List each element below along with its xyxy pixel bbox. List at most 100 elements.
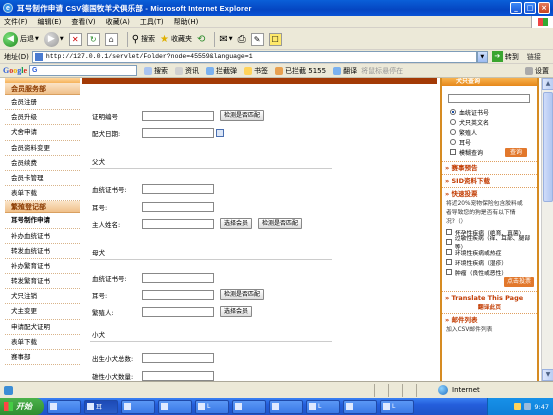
sire-ear-input[interactable] — [142, 201, 214, 212]
scroll-thumb[interactable] — [543, 92, 553, 202]
google-search-button[interactable]: 搜索 — [144, 66, 168, 76]
taskbar-button-active[interactable]: 耳 — [84, 399, 118, 414]
date-input[interactable] — [142, 127, 214, 138]
breeder-input[interactable] — [142, 306, 214, 317]
sidebar-item[interactable]: 会员资料变更 — [5, 141, 80, 156]
sidebar-item[interactable]: 表单下载 — [5, 186, 80, 202]
sidebar-item[interactable]: 表单下载 — [5, 335, 80, 350]
check-match-button[interactable]: 检测是否匹配 — [258, 218, 303, 229]
taskbar-button[interactable] — [343, 399, 377, 414]
sidebar-item[interactable]: 转发血统证书 — [5, 244, 80, 259]
sire-cert-input[interactable] — [142, 183, 214, 194]
go-button[interactable]: ➔ 转到 — [491, 51, 519, 62]
sidebar-item[interactable]: 犬只注销 — [5, 289, 80, 305]
chevron-down-icon[interactable]: ▼ — [35, 36, 39, 42]
google-settings[interactable]: 设置 — [525, 66, 549, 76]
sidebar-item[interactable]: 赛事部 — [5, 350, 80, 366]
links-button[interactable]: 链接 — [527, 52, 541, 62]
dog-search-input[interactable] — [448, 94, 530, 103]
history-icon[interactable]: ⟲ — [197, 34, 205, 45]
sidebar-item[interactable]: 犬主变更 — [5, 304, 80, 320]
tray-icon[interactable] — [514, 403, 522, 410]
chevron-down-icon[interactable]: ▼ — [229, 36, 233, 42]
menu-edit[interactable]: 编辑(E) — [38, 17, 62, 27]
home-icon[interactable]: ⌂ — [104, 32, 118, 46]
taskbar-button[interactable] — [158, 399, 192, 414]
competition-link[interactable]: » 赛事预告 — [442, 161, 537, 174]
radio-english-name[interactable]: 犬只英文名 — [442, 117, 537, 127]
dam-ear-input[interactable] — [142, 289, 214, 300]
scroll-up-icon[interactable]: ▲ — [542, 78, 553, 90]
taskbar-button[interactable] — [121, 399, 155, 414]
cert-input[interactable] — [142, 110, 214, 121]
sidebar-item[interactable]: 会员续费 — [5, 156, 80, 171]
forward-button[interactable]: ▶ ▼ — [43, 31, 64, 47]
back-button[interactable]: ◀ 后退 ▼ — [3, 31, 39, 47]
taskbar-button[interactable] — [47, 399, 81, 414]
chevron-down-icon[interactable]: ▼ — [60, 36, 64, 42]
menu-file[interactable]: 文件(F) — [4, 17, 28, 27]
mail-button[interactable]: ✉ ▼ — [219, 34, 232, 45]
calendar-icon[interactable] — [216, 128, 224, 137]
sidebar-item[interactable]: 会员升级 — [5, 110, 80, 126]
taskbar-button[interactable]: L — [380, 399, 414, 414]
sidebar-item[interactable]: 会员注册 — [5, 95, 80, 111]
sidebar-item-active[interactable]: 耳号制作申请 — [5, 213, 80, 229]
sid-download-link[interactable]: » SID资料下载 — [442, 174, 537, 187]
sidebar-item[interactable]: 转发繁育证书 — [5, 274, 80, 290]
cert-check-button[interactable]: 检测是否匹配 — [220, 110, 265, 121]
menu-tools[interactable]: 工具(T) — [140, 17, 164, 27]
translate-link[interactable]: » Translate This Page — [442, 291, 537, 304]
refresh-icon[interactable]: ↻ — [86, 32, 100, 46]
radio-ear[interactable]: 耳号 — [442, 137, 537, 147]
google-bookmarks[interactable]: 书签 — [244, 66, 268, 76]
print-icon[interactable]: ⎙ — [238, 34, 246, 45]
taskbar-button[interactable] — [232, 399, 266, 414]
google-translate[interactable]: 翻译 — [333, 66, 357, 76]
sidebar-item[interactable]: 补办繁育证书 — [5, 259, 80, 275]
google-search-input[interactable]: G — [29, 65, 138, 76]
maximize-button[interactable]: □ — [524, 2, 536, 14]
radio-breeder[interactable]: 繁殖人 — [442, 127, 537, 137]
google-logo[interactable]: Google — [3, 66, 27, 75]
scroll-down-icon[interactable]: ▼ — [542, 369, 553, 381]
address-input[interactable]: http://127.0.0.1/servlet/Folder?node=455… — [31, 50, 477, 63]
puppy-total-input[interactable] — [142, 352, 214, 363]
puppy-male-input[interactable] — [142, 370, 214, 381]
favorites-button[interactable]: ★ 收藏夹 — [160, 34, 192, 45]
messenger-icon[interactable]: ☐ — [268, 32, 282, 46]
sidebar-item[interactable]: 申请配犬证明 — [5, 320, 80, 335]
chevron-down-icon[interactable]: ▼ — [476, 50, 488, 63]
dam-cert-input[interactable] — [142, 272, 214, 283]
menu-help[interactable]: 帮助(H) — [174, 17, 199, 27]
google-popup-blocker[interactable]: 拦截弹 — [206, 66, 237, 76]
sidebar-item[interactable]: 犬舍申请 — [5, 125, 80, 141]
fuzzy-checkbox[interactable] — [450, 149, 456, 155]
vote-option[interactable]: 环境性疾病（湿疹） — [442, 257, 537, 267]
vote-option[interactable]: 肿瘤（良性或恶性） — [442, 267, 537, 277]
tray-icon[interactable] — [524, 403, 532, 410]
dam-check-button[interactable]: 检测是否匹配 — [220, 289, 265, 300]
vote-option[interactable]: 过敏性疾病（痒、耳部、腿部等） — [442, 236, 537, 251]
radio-cert[interactable]: 血统证书号 — [442, 107, 537, 117]
edit-icon[interactable]: ✎ — [250, 32, 264, 46]
search-button[interactable]: ⚲ 搜索 — [132, 34, 155, 45]
sire-owner-input[interactable] — [142, 218, 214, 229]
vote-button[interactable]: 点击投票 — [504, 277, 534, 287]
stop-icon[interactable]: ✕ — [68, 32, 82, 46]
translate-sub[interactable]: 翻译此页 — [442, 304, 537, 313]
start-button[interactable]: 开始 — [0, 398, 44, 415]
taskbar-button[interactable]: L — [195, 399, 229, 414]
menu-view[interactable]: 查看(V) — [71, 17, 95, 27]
sidebar-item[interactable]: 补办血统证书 — [5, 229, 80, 244]
breeder-select-button[interactable]: 选择会员 — [220, 306, 253, 317]
google-blocked-count[interactable]: 已拦截 5155 — [275, 66, 326, 76]
sidebar-item[interactable]: 会员卡管理 — [5, 171, 80, 187]
taskbar-button[interactable]: L — [306, 399, 340, 414]
taskbar-button[interactable] — [269, 399, 303, 414]
vertical-scrollbar[interactable]: ▲ ▼ — [541, 78, 553, 381]
query-button[interactable]: 查询 — [504, 147, 527, 157]
google-news-button[interactable]: 资讯 — [175, 66, 199, 76]
menu-favorites[interactable]: 收藏(A) — [106, 17, 130, 27]
close-button[interactable]: × — [538, 2, 550, 14]
